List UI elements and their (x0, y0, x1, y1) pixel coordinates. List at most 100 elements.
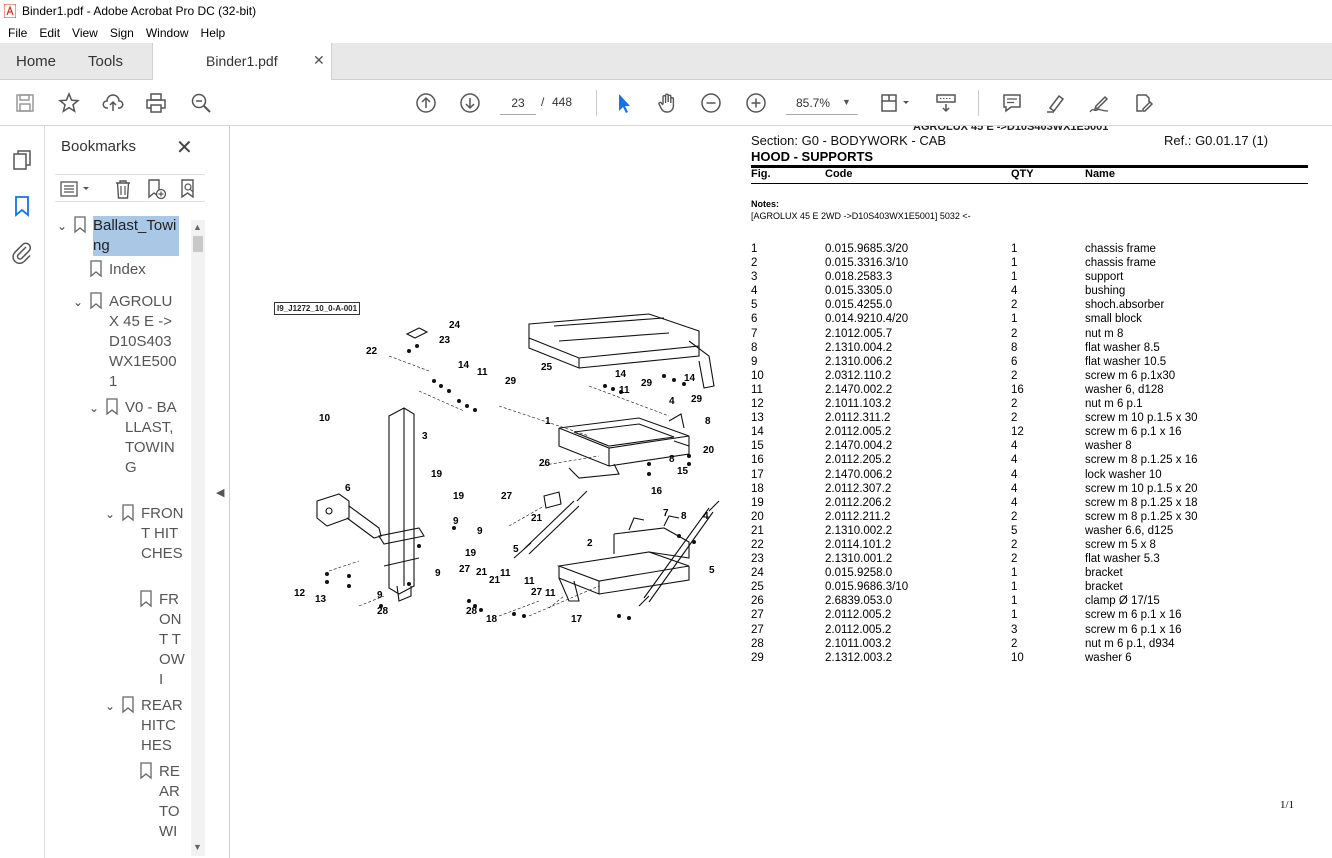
part-name: washer 6 (1085, 651, 1132, 664)
part-fig: 28 (751, 637, 764, 650)
tab-document[interactable]: Binder1.pdf ✕ (152, 43, 332, 80)
part-qty: 2 (1011, 299, 1018, 312)
select-tool-button[interactable] (612, 91, 636, 115)
page-number-input[interactable] (500, 91, 536, 115)
part-qty: 2 (1011, 412, 1018, 425)
main-toolbar: / 448 85.7% ▼ (0, 80, 1332, 126)
zoom-out-button[interactable] (699, 91, 723, 115)
bookmark-star-button[interactable] (57, 91, 81, 115)
document-header-partial: AGROLUX 45 E ->D10S403WX1E5001 (913, 126, 1108, 131)
window-title: Binder1.pdf - Adobe Acrobat Pro DC (32-b… (22, 4, 257, 18)
print-button[interactable] (144, 91, 168, 115)
diagram-callout: 11 (619, 385, 630, 396)
cursor-arrow-icon (619, 94, 630, 113)
next-page-button[interactable] (458, 91, 482, 115)
close-icon[interactable]: ✕ (176, 135, 193, 160)
diagram-callout: 17 (571, 614, 583, 625)
sign-button[interactable] (1087, 91, 1111, 115)
close-tab-icon[interactable]: ✕ (313, 52, 325, 69)
chevron-down-icon[interactable]: ⌄ (71, 292, 85, 392)
bookmark-item[interactable]: ⌄ V0 - BALLAST, TOWING (87, 398, 183, 478)
part-code: 2.0112.005.2 (825, 623, 892, 636)
find-button[interactable] (189, 91, 213, 115)
bookmark-item[interactable]: ⌄ Ballast_Towing (55, 216, 179, 256)
comment-button[interactable] (1000, 91, 1024, 115)
diagram-callout: 27 (501, 491, 513, 502)
tab-home[interactable]: Home (16, 43, 56, 80)
diagram-callout: 14 (458, 360, 470, 371)
tab-tools[interactable]: Tools (88, 43, 123, 80)
part-code: 2.1312.003.2 (825, 651, 893, 664)
title-bar: Binder1.pdf - Adobe Acrobat Pro DC (32-b… (0, 0, 1332, 22)
hand-tool-button[interactable] (655, 91, 679, 115)
part-fig: 25 (751, 581, 764, 594)
zoom-in-button[interactable] (744, 91, 768, 115)
part-fig: 3 (751, 271, 758, 284)
previous-page-button[interactable] (414, 91, 438, 115)
bookmarks-panel-button[interactable] (10, 194, 34, 218)
menu-help[interactable]: Help (195, 26, 232, 40)
share-edit-button[interactable] (1131, 91, 1155, 115)
bookmark-options-button[interactable] (59, 178, 93, 200)
chevron-down-icon[interactable]: ⌄ (103, 504, 117, 564)
comment-icon (1003, 94, 1021, 113)
page-display-button[interactable] (878, 91, 912, 115)
bookmark-icon (140, 762, 152, 780)
header-rule (751, 183, 1308, 184)
diagram-callout: 26 (539, 458, 551, 469)
scroll-down-icon[interactable]: ▼ (193, 842, 202, 852)
bookmark-item[interactable]: REAR TOWI (139, 762, 187, 842)
star-icon (58, 92, 80, 113)
part-name: nut m 6 p.1 (1085, 398, 1143, 411)
parts-row: 27 2.0112.005.2 1 screw m 6 p.1 x 16 (751, 608, 1311, 622)
upload-button[interactable] (101, 91, 125, 115)
chevron-down-icon[interactable]: ⌄ (87, 398, 101, 478)
chevron-down-icon[interactable]: ⌄ (55, 216, 69, 256)
bookmark-label: Index (109, 261, 146, 278)
parts-row: 8 2.1310.004.2 8 flat washer 8.5 (751, 341, 1311, 355)
menu-view[interactable]: View (66, 26, 104, 40)
part-qty: 4 (1011, 454, 1018, 467)
menu-window[interactable]: Window (140, 26, 195, 40)
bookmark-item[interactable]: ⌄ AGROLUX 45 E ->D10S403WX1E5001 (71, 292, 181, 392)
scrollbar-thumb[interactable] (193, 236, 203, 252)
diagram-callout: 10 (319, 413, 331, 424)
document-view[interactable]: AGROLUX 45 E ->D10S403WX1E5001 Section: … (231, 126, 1332, 858)
save-button[interactable] (13, 91, 37, 115)
chevron-down-icon[interactable]: ⌄ (103, 696, 117, 756)
scroll-up-icon[interactable]: ▲ (193, 222, 202, 232)
part-code: 2.0312.110.2 (825, 369, 892, 382)
menu-file[interactable]: File (2, 26, 33, 40)
parts-row: 6 0.014.9210.4/20 1 small block (751, 312, 1311, 326)
parts-row: 2 0.015.3316.3/10 1 chassis frame (751, 256, 1311, 270)
scroll-mode-button[interactable] (934, 91, 958, 115)
menu-edit[interactable]: Edit (33, 26, 66, 40)
highlight-button[interactable] (1043, 91, 1067, 115)
bookmark-icon (90, 260, 102, 278)
diagram-callout: 19 (465, 548, 477, 559)
parts-row: 4 0.015.3305.0 4 bushing (751, 284, 1311, 298)
column-name: Name (1085, 168, 1115, 180)
parts-row: 13 2.0112.311.2 2 screw m 10 p.1.5 x 30 (751, 411, 1311, 425)
bookmark-properties-button[interactable] (178, 178, 200, 200)
diagram-callout: 11 (524, 576, 535, 587)
parts-row: 10 2.0312.110.2 2 screw m 6 p.1x30 (751, 369, 1311, 383)
attachments-button[interactable] (10, 240, 34, 264)
menu-sign[interactable]: Sign (104, 26, 140, 40)
page-thumbnails-button[interactable] (10, 148, 34, 172)
part-fig: 23 (751, 553, 764, 566)
reference-label: Ref.: G0.01.17 (1) (1164, 133, 1269, 148)
bookmark-item[interactable]: Index (89, 260, 169, 280)
new-bookmark-button[interactable] (145, 178, 167, 200)
collapse-panel-icon[interactable]: ◀ (216, 486, 224, 499)
bookmark-item[interactable]: ⌄ FRONT HITCHES (103, 504, 185, 564)
bookmarks-scrollbar[interactable]: ▲ ▼ (191, 220, 205, 856)
diagram-callout: 14 (615, 369, 627, 380)
bookmark-label: V0 - BALLAST, TOWING (125, 399, 177, 476)
bookmark-item[interactable]: FRONT TOWI (139, 590, 187, 690)
delete-bookmark-button[interactable] (112, 178, 134, 200)
bookmark-icon (122, 696, 134, 714)
diagram-callout: 29 (505, 376, 517, 387)
zoom-level-select[interactable]: 85.7% ▼ (786, 91, 858, 115)
bookmark-item[interactable]: ⌄ REAR HITCHES (103, 696, 185, 756)
